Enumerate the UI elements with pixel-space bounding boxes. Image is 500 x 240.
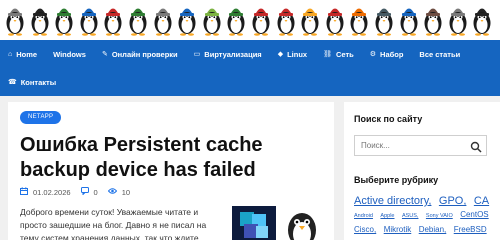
nav-item-label: Windows xyxy=(53,49,86,59)
nav-item-row1-2[interactable]: ✎ Онлайн проверки xyxy=(94,40,186,68)
desktop-icon: ▭ xyxy=(193,51,201,58)
penguin-mascot-icon xyxy=(250,2,272,36)
category-link[interactable]: Debian, xyxy=(419,225,447,234)
category-link[interactable]: Apple xyxy=(380,213,394,219)
penguin-mascot-icon xyxy=(275,2,297,36)
penguin-mascot-icon xyxy=(225,2,247,36)
article-excerpt: Доброго времени суток! Уважаемые читате … xyxy=(20,207,207,240)
penguin-mascot-icon xyxy=(373,2,395,36)
penguin-mascot-icon xyxy=(152,2,174,36)
linux-icon: ◆ xyxy=(277,51,284,58)
category-link[interactable]: Android xyxy=(354,213,373,219)
article-thumbnail[interactable] xyxy=(230,204,322,240)
category-tag[interactable]: NETAPP xyxy=(20,111,62,124)
nav-item-row1-6[interactable]: ⚙ Набор xyxy=(362,40,412,68)
nav-item-row2-0[interactable]: ☎ Контакты xyxy=(0,68,64,96)
penguin-mascot-icon xyxy=(348,2,370,36)
nav-row-secondary: ☎ Контакты xyxy=(0,68,500,96)
sidebar: Поиск по сайту Выберите рубрику Active d… xyxy=(344,102,500,240)
search-icon[interactable] xyxy=(470,140,482,153)
header-banner xyxy=(0,0,500,40)
penguin-mascot-icon xyxy=(422,2,444,36)
nav-item-label: Виртуализация xyxy=(204,49,262,59)
nav-row-primary: ⌂ Home Windows ✎ Онлайн проверки ▭ Виртуализац… xyxy=(0,40,500,68)
netapp-penguin-image xyxy=(232,206,316,240)
category-link[interactable]: FreeBSD xyxy=(454,225,487,234)
penguin-mascot-icon xyxy=(324,2,346,36)
search-input[interactable] xyxy=(361,141,461,150)
penguin-mascot-icon xyxy=(127,2,149,36)
penguin-mascot-icon xyxy=(102,2,124,36)
comment-count[interactable]: 0 xyxy=(94,188,98,197)
nav-item-label: Сеть xyxy=(335,49,354,59)
article-meta: 01.02.2026 0 10 xyxy=(20,186,130,198)
category-link[interactable]: Cisco, xyxy=(354,225,376,234)
nav-item-label: Контакты xyxy=(20,77,57,87)
category-link[interactable]: Mikrotik xyxy=(384,225,412,234)
phone-icon: ☎ xyxy=(8,79,17,86)
article-title[interactable]: Ошибка Persistent cache backup device ha… xyxy=(20,133,320,183)
nav-item-row1-3[interactable]: ▭ Виртуализация xyxy=(186,40,270,68)
category-tag-cloud: Active directory, GPO, CA Android Apple … xyxy=(354,194,496,235)
wrench-icon: ✎ xyxy=(101,51,108,58)
network-icon: ⛓ xyxy=(323,51,332,58)
home-icon: ⌂ xyxy=(8,50,13,58)
category-link[interactable]: Sony VAIO xyxy=(426,213,453,219)
nav-item-label: Набор xyxy=(380,49,404,59)
categories-widget-title: Выберите рубрику xyxy=(354,175,439,185)
nav-item-row1-0[interactable]: ⌂ Home xyxy=(0,40,45,68)
category-link[interactable]: ASUS, xyxy=(402,213,419,219)
penguin-mascot-icon xyxy=(447,2,469,36)
article-date: 01.02.2026 xyxy=(33,187,71,197)
penguin-mascot-icon xyxy=(471,2,493,36)
nav-item-label: Home xyxy=(16,49,38,59)
penguin-mascot-icon xyxy=(398,2,420,36)
nav-item-label: Все статьи xyxy=(419,49,461,59)
category-link[interactable]: GPO, xyxy=(439,195,467,207)
penguin-mascot-icon xyxy=(4,2,26,36)
article-card: NETAPP Ошибка Persistent cache backup de… xyxy=(8,102,334,240)
nav-item-row1-7[interactable]: Все статьи xyxy=(411,40,468,68)
nav-item-row1-1[interactable]: Windows xyxy=(45,40,94,68)
penguin-mascot-icon xyxy=(299,2,321,36)
category-link[interactable]: CentOS xyxy=(460,210,488,219)
comment-icon[interactable] xyxy=(80,187,89,197)
nav-item-label: Онлайн проверки xyxy=(111,49,178,59)
penguin-mascot-icon xyxy=(78,2,100,36)
penguin-mascot-icon xyxy=(176,2,198,36)
gear-icon: ⚙ xyxy=(369,51,377,58)
search-widget-title: Поиск по сайту xyxy=(354,114,423,124)
penguin-mascot-icon xyxy=(53,2,75,36)
category-link[interactable]: CA xyxy=(474,195,489,207)
nav-item-row1-5[interactable]: ⛓ Сеть xyxy=(315,40,362,68)
nav-item-row1-4[interactable]: ◆ Linux xyxy=(270,40,315,68)
search-box xyxy=(354,135,487,156)
nav-item-label: Linux xyxy=(287,49,308,59)
penguin-mascot-icon xyxy=(29,2,51,36)
main-navigation: ⌂ Home Windows ✎ Онлайн проверки ▭ Виртуализац… xyxy=(0,40,500,96)
eye-icon xyxy=(107,187,117,197)
category-link[interactable]: Active directory, xyxy=(354,195,431,207)
view-count: 10 xyxy=(121,187,131,197)
calendar-icon xyxy=(20,187,28,197)
penguin-mascot-icon xyxy=(201,2,223,36)
